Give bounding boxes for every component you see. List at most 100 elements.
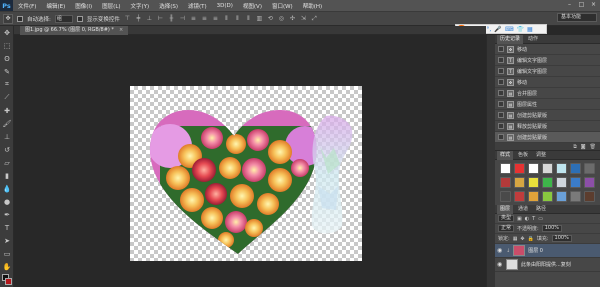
tab-swatches[interactable]: 色板 (515, 151, 531, 160)
tab-adjustments[interactable]: 调整 (533, 151, 549, 160)
history-item[interactable]: ✥ 移动 (495, 44, 600, 55)
history-item[interactable]: ▤ 图层属性 (495, 99, 600, 110)
history-source-box[interactable] (498, 57, 504, 63)
lock-pixels-icon[interactable]: ▦ (513, 236, 518, 242)
quick-select-tool-icon[interactable]: ✎ (0, 65, 14, 78)
gradient-tool-icon[interactable]: ▮ (0, 169, 14, 182)
minimize-button[interactable]: – (565, 1, 574, 9)
3d-mode-icon[interactable]: ⟲ (267, 15, 274, 23)
tab-paths[interactable]: 路径 (533, 205, 549, 214)
background-color-swatch[interactable] (5, 278, 12, 285)
align-right-icon[interactable]: ⊣ (179, 15, 186, 23)
new-document-from-state-icon[interactable]: ⧉ (573, 143, 577, 150)
style-swatch[interactable] (500, 163, 511, 174)
3d-slide-icon[interactable]: ⇲ (300, 15, 307, 23)
microphone-icon[interactable]: 🎤 (494, 26, 501, 33)
history-source-box[interactable] (498, 46, 504, 52)
brush-tool-icon[interactable]: 🖌 (0, 117, 14, 130)
crop-tool-icon[interactable]: ⌗ (0, 78, 14, 91)
distribute-left-icon[interactable]: ⦀ (223, 15, 230, 23)
layer-row[interactable]: ◉ 此条由阳阳提供...复刻 (495, 258, 600, 272)
workspace-switcher[interactable]: 基本功能 (557, 13, 597, 22)
dodge-tool-icon[interactable]: ● (0, 195, 14, 208)
layer-row[interactable]: ◉ ↓ 图层 0 (495, 244, 600, 258)
menu-filter[interactable]: 滤镜(T) (183, 2, 212, 10)
distribute-middle-icon[interactable]: ≡ (201, 15, 208, 23)
document-tab[interactable]: 图1.jpg @ 66.7% (图层 0, RGB/8#) * × (20, 26, 129, 35)
align-top-icon[interactable]: ⊤ (124, 15, 131, 23)
3d-scale-icon[interactable]: ⤢ (311, 15, 318, 23)
history-item[interactable]: ✥ 移动 (495, 77, 600, 88)
history-item[interactable]: ▤ 创建剪贴蒙版 (495, 110, 600, 121)
history-source-box[interactable] (498, 123, 504, 129)
close-document-icon[interactable]: × (119, 27, 123, 33)
lock-all-icon[interactable]: 🔒 (528, 236, 534, 242)
history-source-box[interactable] (498, 112, 504, 118)
menu-view[interactable]: 视图(V) (238, 2, 267, 10)
style-swatch[interactable] (500, 177, 511, 188)
style-swatch[interactable] (570, 163, 581, 174)
menu-3d[interactable]: 3D(D) (212, 3, 238, 9)
menu-image[interactable]: 图像(I) (70, 2, 97, 10)
style-swatch[interactable] (542, 191, 553, 202)
style-swatch[interactable] (528, 163, 539, 174)
style-swatch[interactable] (500, 191, 511, 202)
auto-select-checkbox[interactable] (17, 15, 23, 22)
eye-icon[interactable]: ◉ (497, 261, 503, 268)
pen-tool-icon[interactable]: ✒ (0, 208, 14, 221)
filter-shape-icon[interactable]: ▭ (538, 216, 543, 222)
style-swatch[interactable] (584, 177, 595, 188)
history-brush-tool-icon[interactable]: ↺ (0, 143, 14, 156)
show-transform-checkbox[interactable] (76, 15, 83, 22)
eraser-tool-icon[interactable]: ▱ (0, 156, 14, 169)
style-swatch[interactable] (542, 177, 553, 188)
skin-icon[interactable]: 👕 (516, 26, 523, 33)
history-item[interactable]: ▤ 合并图层 (495, 88, 600, 99)
canvas-area[interactable] (15, 36, 486, 287)
menu-type[interactable]: 文字(Y) (126, 2, 155, 10)
distribute-center-icon[interactable]: ⦀ (234, 15, 241, 23)
style-swatch[interactable] (528, 177, 539, 188)
eye-icon[interactable]: ◉ (497, 247, 503, 254)
rectangle-tool-icon[interactable]: ▭ (0, 247, 14, 260)
move-tool-preset-icon[interactable]: ✥ (3, 13, 13, 24)
history-source-box[interactable] (498, 90, 504, 96)
align-bottom-icon[interactable]: ⊥ (146, 15, 153, 23)
style-swatch[interactable] (542, 163, 553, 174)
menu-window[interactable]: 窗口(W) (267, 2, 298, 10)
document-canvas[interactable] (130, 86, 362, 261)
history-item[interactable]: T 编辑文字图层 (495, 55, 600, 66)
tab-layers[interactable]: 图层 (497, 204, 514, 214)
tab-history[interactable]: 历史记录 (497, 34, 524, 44)
auto-align-icon[interactable]: ▥ (256, 15, 263, 23)
toolbox-icon[interactable]: ▦ (527, 26, 533, 33)
punctuation-icon[interactable]: °, (486, 26, 491, 33)
lock-position-icon[interactable]: ✥ (520, 236, 524, 242)
blur-tool-icon[interactable]: 💧 (0, 182, 14, 195)
eyedropper-tool-icon[interactable]: ⟋ (0, 91, 14, 104)
filter-type-icon[interactable]: T (532, 216, 535, 222)
style-swatch[interactable] (514, 191, 525, 202)
delete-state-icon[interactable]: 🗑 (590, 143, 596, 150)
style-swatch[interactable] (556, 191, 567, 202)
layer-kind-filter[interactable]: 类型 (498, 215, 515, 222)
3d-roll-icon[interactable]: ◎ (278, 15, 285, 23)
style-swatch[interactable] (556, 177, 567, 188)
style-swatch[interactable] (570, 191, 581, 202)
distribute-bottom-icon[interactable]: ≡ (212, 15, 219, 23)
menu-layer[interactable]: 图层(L) (97, 2, 125, 10)
3d-drag-icon[interactable]: ✣ (289, 15, 296, 23)
style-swatch[interactable] (584, 191, 595, 202)
history-source-box[interactable] (498, 134, 504, 140)
marquee-tool-icon[interactable]: ⬚ (0, 39, 14, 52)
menu-file[interactable]: 文件(F) (13, 2, 41, 10)
new-snapshot-icon[interactable]: ◙ (581, 143, 586, 150)
style-swatch[interactable] (514, 163, 525, 174)
style-swatch[interactable] (514, 177, 525, 188)
style-swatch[interactable] (570, 177, 581, 188)
style-swatch[interactable] (528, 191, 539, 202)
close-window-button[interactable]: × (589, 1, 598, 9)
lasso-tool-icon[interactable]: ʘ (0, 52, 14, 65)
healing-brush-tool-icon[interactable]: ✚ (0, 104, 14, 117)
distribute-top-icon[interactable]: ≡ (190, 15, 197, 23)
